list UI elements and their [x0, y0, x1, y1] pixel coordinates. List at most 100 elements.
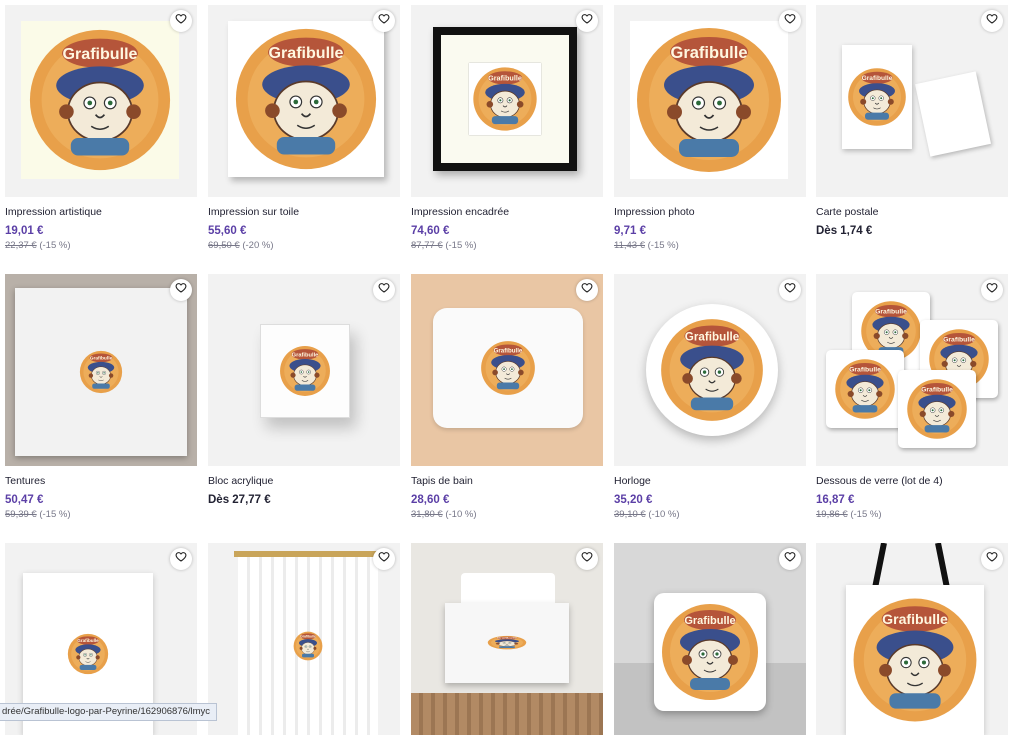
product-card[interactable]: Grafibulle: [411, 543, 603, 735]
original-price: 87,77 €: [411, 240, 443, 251]
heart-icon: [175, 550, 187, 568]
discount-label: (-15 %): [39, 509, 70, 520]
product-card[interactable]: Grafibulle Impression encadrée 74,60 € 87…: [411, 5, 603, 252]
favorite-button[interactable]: [981, 279, 1003, 301]
svg-text:Grafibulle: Grafibulle: [921, 387, 953, 394]
product-price: 16,87 €: [816, 493, 1008, 507]
svg-text:Grafibulle: Grafibulle: [292, 352, 319, 358]
product-card[interactable]: Grafibulle Impression artistique 19,01 €…: [5, 5, 197, 252]
discount-label: (-15 %): [648, 240, 679, 251]
favorite-button[interactable]: [170, 279, 192, 301]
product-title[interactable]: Dessous de verre (lot de 4): [816, 475, 1008, 488]
product-card[interactable]: Grafibulle Horloge 35,20 € 39,10 € (-10 %…: [614, 274, 806, 521]
product-price: 9,71 €: [614, 224, 806, 238]
product-title[interactable]: Horloge: [614, 475, 806, 488]
product-image-postcard[interactable]: Grafibulle: [816, 5, 1008, 197]
product-title[interactable]: Impression encadrée: [411, 206, 603, 219]
favorite-button[interactable]: [981, 548, 1003, 570]
product-image-framed[interactable]: Grafibulle: [411, 5, 603, 197]
product-price: 35,20 €: [614, 493, 806, 507]
product-card[interactable]: Grafibulle Carte postale Dès 1,74 €: [816, 5, 1008, 238]
original-price: 31,80 €: [411, 509, 443, 520]
product-price: Dès 27,77 €: [208, 493, 400, 507]
product-title[interactable]: Tentures: [5, 475, 197, 488]
product-title[interactable]: Tapis de bain: [411, 475, 603, 488]
product-image-photo[interactable]: Grafibulle: [614, 5, 806, 197]
heart-icon: [378, 550, 390, 568]
favorite-button[interactable]: [779, 10, 801, 32]
product-card[interactable]: Grafibulle Impression photo 9,71 € 11,43 …: [614, 5, 806, 252]
heart-icon: [175, 281, 187, 299]
product-grid: Grafibulle Impression artistique 19,01 €…: [0, 0, 1024, 721]
old-price-row: 39,10 € (-10 %): [614, 509, 806, 521]
svg-text:Grafibulle: Grafibulle: [849, 367, 881, 374]
original-price: 22,37 €: [5, 240, 37, 251]
favorite-button[interactable]: [981, 10, 1003, 32]
product-image-poster[interactable]: Grafibulle: [5, 5, 197, 197]
product-price: Dès 1,74 €: [816, 224, 1008, 238]
old-price-row: 11,43 € (-15 %): [614, 240, 806, 252]
favorite-button[interactable]: [576, 10, 598, 32]
product-title[interactable]: Carte postale: [816, 206, 1008, 219]
favorite-button[interactable]: [170, 548, 192, 570]
status-bar-url: drée/Grafibulle-logo-par-Peyrine/1629068…: [0, 703, 217, 721]
svg-text:Grafibulle: Grafibulle: [875, 309, 907, 316]
product-image-canvas[interactable]: Grafibulle: [208, 5, 400, 197]
product-image-clock[interactable]: Grafibulle: [614, 274, 806, 466]
product-title[interactable]: Impression artistique: [5, 206, 197, 219]
product-price: 19,01 €: [5, 224, 197, 238]
product-price: 28,60 €: [411, 493, 603, 507]
discount-label: (-10 %): [648, 509, 679, 520]
favorite-button[interactable]: [170, 10, 192, 32]
product-card[interactable]: Grafibulle: [208, 543, 400, 735]
discount-label: (-20 %): [242, 240, 273, 251]
svg-text:Grafibulle: Grafibulle: [882, 611, 948, 627]
svg-text:Grafibulle: Grafibulle: [494, 347, 523, 354]
product-card[interactable]: Grafibulle Tapis de bain 28,60 €31,80 € …: [411, 274, 603, 521]
heart-icon: [784, 550, 796, 568]
product-price: 55,60 €: [208, 224, 400, 238]
product-card[interactable]: Grafibulle Bloc acrylique Dès 27,77 €: [208, 274, 400, 507]
product-image-curtain[interactable]: Grafibulle: [208, 543, 400, 735]
favorite-button[interactable]: [779, 279, 801, 301]
svg-text:Grafibulle: Grafibulle: [90, 356, 113, 362]
favorite-button[interactable]: [779, 548, 801, 570]
product-image-pillow[interactable]: Grafibulle: [614, 543, 806, 735]
product-title[interactable]: Impression photo: [614, 206, 806, 219]
svg-text:Grafibulle: Grafibulle: [670, 44, 747, 62]
svg-text:Grafibulle: Grafibulle: [943, 337, 975, 344]
heart-icon: [986, 281, 998, 299]
svg-text:Grafibulle: Grafibulle: [488, 74, 522, 83]
original-price: 59,39 €: [5, 509, 37, 520]
product-title[interactable]: Bloc acrylique: [208, 475, 400, 488]
product-price: 74,60 €: [411, 224, 603, 238]
product-image-bed[interactable]: Grafibulle: [411, 543, 603, 735]
product-card[interactable]: Grafibulle: [816, 543, 1008, 735]
favorite-button[interactable]: [576, 548, 598, 570]
heart-icon: [378, 281, 390, 299]
favorite-button[interactable]: [373, 548, 395, 570]
product-title[interactable]: Impression sur toile: [208, 206, 400, 219]
product-image-bathmat[interactable]: Grafibulle: [411, 274, 603, 466]
heart-icon: [581, 12, 593, 30]
old-price-row: 22,37 € (-15 %): [5, 240, 197, 252]
svg-text:Grafibulle: Grafibulle: [77, 638, 99, 643]
svg-text:Grafibulle: Grafibulle: [862, 75, 893, 82]
favorite-button[interactable]: [373, 10, 395, 32]
heart-icon: [986, 550, 998, 568]
old-price-row: 59,39 € (-15 %): [5, 509, 197, 521]
product-card[interactable]: Grafibulle: [614, 543, 806, 735]
product-image-acrylic[interactable]: Grafibulle: [208, 274, 400, 466]
svg-text:Grafibulle: Grafibulle: [300, 635, 316, 639]
product-card[interactable]: Grafibulle Tentures 50,47 €59,39 € (-15 …: [5, 274, 197, 521]
favorite-button[interactable]: [576, 279, 598, 301]
product-card[interactable]: Grafibulle Impression sur toile 55,60 €6…: [208, 5, 400, 252]
product-image-coasters[interactable]: Grafibulle Grafibulle Grafibulle: [816, 274, 1008, 466]
heart-icon: [581, 550, 593, 568]
product-card[interactable]: Grafibulle Grafibulle Grafibulle: [816, 274, 1008, 521]
favorite-button[interactable]: [373, 279, 395, 301]
product-image-tote[interactable]: Grafibulle: [816, 543, 1008, 735]
heart-icon: [175, 12, 187, 30]
heart-icon: [378, 12, 390, 30]
product-image-tapestry[interactable]: Grafibulle: [5, 274, 197, 466]
